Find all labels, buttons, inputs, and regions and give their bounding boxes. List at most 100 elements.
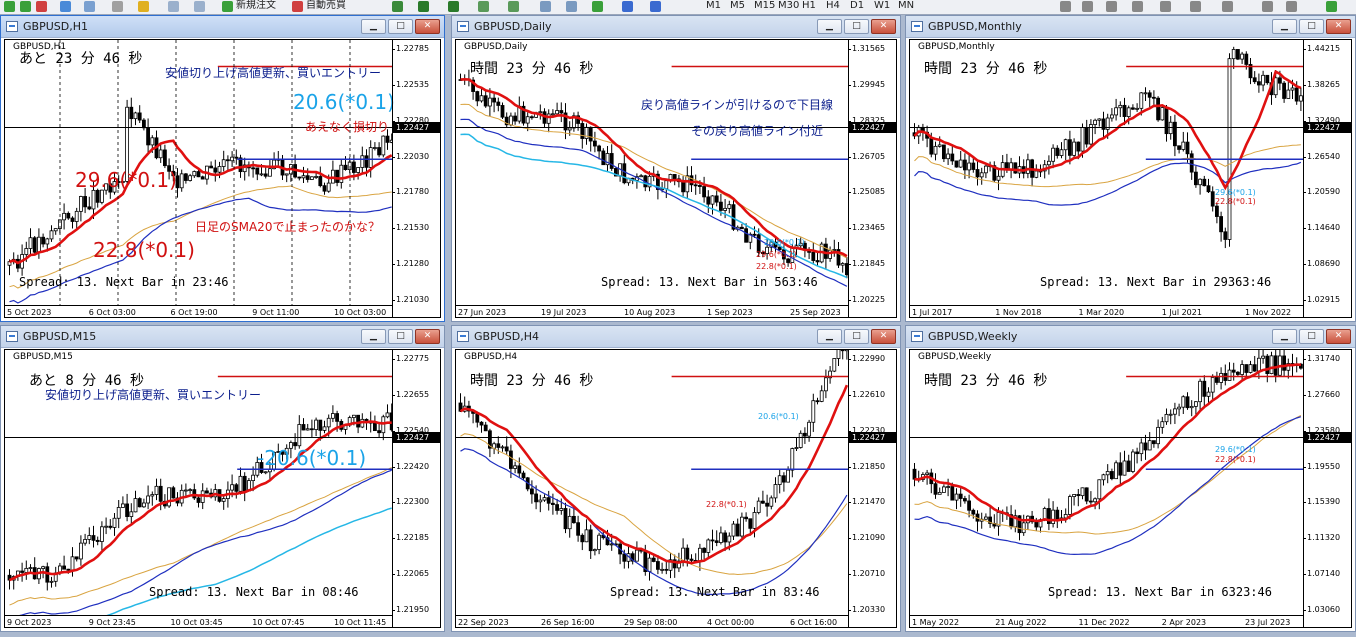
tester-icon[interactable] <box>194 1 205 12</box>
autoscroll-icon[interactable] <box>566 1 577 12</box>
minimize-button[interactable]: ▁ <box>817 329 842 344</box>
candle-body <box>305 175 310 180</box>
line-chart-icon[interactable] <box>448 1 459 12</box>
chart-window-h1[interactable]: GBPUSD,H1 ▁ □ ✕ GBPUSD,H1 あと 23 分 46 秒安値切り上げ高… <box>0 15 445 322</box>
time-axis[interactable]: 1 Jul 2017 1 Nov 2018 1 Mar 2020 1 Jul 2021… <box>910 305 1303 317</box>
close-button[interactable]: ✕ <box>1326 19 1351 34</box>
channel-icon[interactable] <box>1262 1 1273 12</box>
chart-area[interactable]: GBPUSD,Monthly 時間 23 分 46 秒 29.6(*0.1) 22.8… <box>909 39 1352 318</box>
maximize-button[interactable]: □ <box>844 19 869 34</box>
maximize-button[interactable]: □ <box>388 329 413 344</box>
market-watch-icon[interactable] <box>60 1 71 12</box>
new-order-button[interactable]: 新規注文 <box>236 0 276 13</box>
minimize-button[interactable]: ▁ <box>1272 329 1297 344</box>
navigator-icon[interactable] <box>84 1 95 12</box>
window-titlebar[interactable]: GBPUSD,Monthly ▁ □ ✕ <box>906 16 1355 38</box>
maximize-button[interactable]: □ <box>1299 329 1324 344</box>
window-titlebar[interactable]: GBPUSD,Daily ▁ □ ✕ <box>452 16 900 38</box>
close-button[interactable]: ✕ <box>1326 329 1351 344</box>
text-tool-icon[interactable] <box>1132 1 1143 12</box>
candle-body <box>129 511 134 517</box>
maximize-button[interactable]: □ <box>844 329 869 344</box>
candle-body <box>513 465 517 469</box>
trendline-icon[interactable] <box>1082 1 1093 12</box>
candle-body <box>1181 396 1186 408</box>
chart-area[interactable]: GBPUSD,H4 時間 23 分 46 秒 20.6(*0.1) 22.8(*0.1… <box>455 349 897 628</box>
new-chart-icon[interactable] <box>4 1 15 12</box>
profiles-icon[interactable] <box>20 1 31 12</box>
chart-area[interactable]: GBPUSD,Daily 時間 23 分 46 秒戻り高値ラインが引けるので下目線… <box>455 39 897 318</box>
timeframe-button-m1[interactable]: M1 <box>706 0 721 13</box>
close-button[interactable]: ✕ <box>415 19 440 34</box>
window-titlebar[interactable]: GBPUSD,Weekly ▁ □ ✕ <box>906 326 1355 348</box>
timeframe-button-d1[interactable]: D1 <box>850 0 864 13</box>
auto-trade-button[interactable]: 自動売買 <box>306 0 346 13</box>
timeframe-button-m30[interactable]: M30 <box>778 0 799 13</box>
timeframe-button-mn[interactable]: MN <box>898 0 914 13</box>
price-axis[interactable]: 1.44215 1.38265 1.32490 1.26540 1.20590 1.146… <box>1302 40 1351 317</box>
chart-window-d1[interactable]: GBPUSD,Daily ▁ □ ✕ GBPUSD,Daily 時間 23 分 46 秒戻… <box>451 15 901 322</box>
timeframe-button-w1[interactable]: W1 <box>874 0 890 13</box>
periods-icon[interactable] <box>622 1 633 12</box>
remove-icon[interactable] <box>36 1 47 12</box>
time-axis[interactable]: 9 Oct 2023 9 Oct 23:45 10 Oct 03:45 10 Oct … <box>5 615 392 627</box>
time-axis[interactable]: 5 Oct 2023 6 Oct 03:00 6 Oct 19:00 9 Oct 11… <box>5 305 392 317</box>
time-axis[interactable]: 1 May 2022 21 Aug 2022 11 Dec 2022 2 Apr 20… <box>910 615 1303 627</box>
time-tick: 1 Jul 2021 <box>1161 308 1202 317</box>
cursor-icon[interactable] <box>1060 1 1071 12</box>
candle-chart-icon[interactable] <box>418 1 429 12</box>
close-button[interactable]: ✕ <box>871 329 896 344</box>
close-button[interactable]: ✕ <box>871 19 896 34</box>
indicators-icon[interactable] <box>592 1 603 12</box>
chart-window-mn[interactable]: GBPUSD,Monthly ▁ □ ✕ GBPUSD,Monthly 時間 23 分 4… <box>905 15 1356 322</box>
candle-body <box>950 486 955 501</box>
candle-body <box>551 502 555 505</box>
chart-window-h4[interactable]: GBPUSD,H4 ▁ □ ✕ GBPUSD,H4 時間 23 分 46 秒 20.6(*0… <box>451 325 901 632</box>
new-order-icon[interactable] <box>222 1 233 12</box>
price-axis[interactable]: 1.31565 1.29945 1.28325 1.26705 1.25085 1.234… <box>847 40 896 317</box>
price-tick: 1.08690 <box>1302 259 1341 269</box>
auto-trade-icon[interactable] <box>292 1 303 12</box>
crosshair-icon[interactable] <box>112 1 123 12</box>
zoom-in-icon[interactable] <box>478 1 489 12</box>
price-axis[interactable]: 1.22990 1.22610 1.22230 1.21850 1.21470 1.210… <box>847 350 896 627</box>
time-axis[interactable]: 22 Sep 2023 26 Sep 16:00 29 Sep 08:00 4 Oct… <box>456 615 848 627</box>
chart-area[interactable]: GBPUSD,M15 あと 8 分 46 秒安値切り上げ高値更新、買いエントリー -… <box>4 349 441 628</box>
chart-window-w1[interactable]: GBPUSD,Weekly ▁ □ ✕ GBPUSD,Weekly 時間 23 分 46 … <box>905 325 1356 632</box>
chart-area[interactable]: GBPUSD,Weekly 時間 23 分 46 秒 29.6(*0.1) 22.8(… <box>909 349 1352 628</box>
fibo-icon[interactable] <box>1106 1 1117 12</box>
price-axis[interactable]: 1.22775 1.22655 1.22540 1.22420 1.22300 1.221… <box>391 350 440 627</box>
shapes-icon[interactable] <box>1222 1 1233 12</box>
bar-chart-icon[interactable] <box>392 1 403 12</box>
price-axis[interactable]: 1.31740 1.27660 1.23580 1.19550 1.15390 1.113… <box>1302 350 1351 627</box>
tile-windows-icon[interactable] <box>540 1 551 12</box>
minimize-button[interactable]: ▁ <box>1272 19 1297 34</box>
timeframe-button-m15[interactable]: M15 <box>754 0 775 13</box>
timeframe-button-h4[interactable]: H4 <box>826 0 840 13</box>
chart-area[interactable]: GBPUSD,H1 あと 23 分 46 秒安値切り上げ高値更新、買いエントリー 2… <box>4 39 441 318</box>
zoom-out-icon[interactable] <box>508 1 519 12</box>
label-tool-icon[interactable] <box>1160 1 1171 12</box>
templates-icon[interactable] <box>650 1 661 12</box>
more-tools-icon[interactable] <box>1326 1 1337 12</box>
maximize-button[interactable]: □ <box>388 19 413 34</box>
data-window-icon[interactable] <box>168 1 179 12</box>
arrows-icon[interactable] <box>1190 1 1201 12</box>
timeframe-button-m5[interactable]: M5 <box>730 0 745 13</box>
timeframe-button-h1[interactable]: H1 <box>802 0 816 13</box>
window-titlebar[interactable]: GBPUSD,H4 ▁ □ ✕ <box>452 326 900 348</box>
gann-icon[interactable] <box>1286 1 1297 12</box>
close-button[interactable]: ✕ <box>415 329 440 344</box>
minimize-button[interactable]: ▁ <box>361 329 386 344</box>
minimize-button[interactable]: ▁ <box>361 19 386 34</box>
window-titlebar[interactable]: GBPUSD,H1 ▁ □ ✕ <box>1 16 444 38</box>
time-tick: 29 Sep 08:00 <box>624 618 678 627</box>
time-axis[interactable]: 27 Jun 2023 19 Jul 2023 10 Aug 2023 1 Sep 2… <box>456 305 848 317</box>
chart-window-m15[interactable]: GBPUSD,M15 ▁ □ ✕ GBPUSD,M15 あと 8 分 46 秒安値切り上げ… <box>0 325 445 632</box>
price-tick: 1.20590 <box>1302 187 1341 197</box>
price-axis[interactable]: 1.22785 1.22535 1.22280 1.22030 1.21780 1.215… <box>391 40 440 317</box>
minimize-button[interactable]: ▁ <box>817 19 842 34</box>
window-titlebar[interactable]: GBPUSD,M15 ▁ □ ✕ <box>1 326 444 348</box>
maximize-button[interactable]: □ <box>1299 19 1324 34</box>
favorites-icon[interactable] <box>138 1 149 12</box>
